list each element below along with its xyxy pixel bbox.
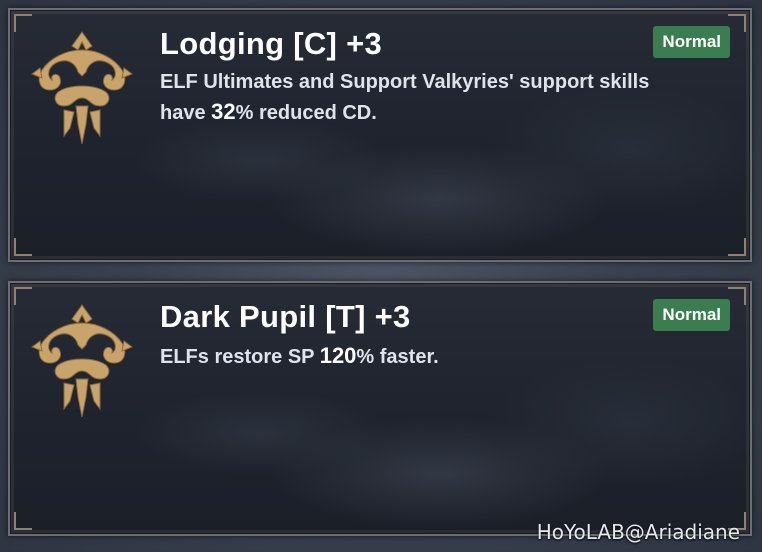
corner-ornament	[14, 238, 32, 256]
desc-text: % reduced CD.	[235, 102, 377, 124]
desc-text: % faster.	[356, 346, 439, 368]
rarity-badge: Normal	[653, 299, 730, 331]
buff-card-dark-pupil[interactable]: Dark Pupil [T] +3 Normal ELFs restore SP…	[8, 281, 752, 536]
buff-description: ELF Ultimates and Support Valkyries' sup…	[160, 68, 700, 128]
elf-crest-icon	[30, 31, 134, 145]
buff-title: Dark Pupil [T] +3	[160, 299, 411, 334]
desc-value: 32	[211, 99, 236, 124]
corner-ornament	[14, 512, 32, 530]
desc-text: ELFs restore SP	[160, 346, 320, 368]
buff-card-lodging[interactable]: Lodging [C] +3 Normal ELF Ultimates and …	[8, 8, 752, 262]
desc-value: 120	[319, 343, 357, 368]
elf-crest-icon	[30, 304, 134, 418]
rarity-badge: Normal	[653, 26, 730, 58]
corner-ornament	[728, 238, 746, 256]
corner-ornament	[728, 287, 746, 305]
buff-description: ELFs restore SP 120% faster.	[160, 341, 700, 372]
buff-title: Lodging [C] +3	[160, 26, 383, 61]
corner-ornament	[728, 14, 746, 32]
watermark: HoYoLAB@Ariadiane	[536, 520, 740, 544]
